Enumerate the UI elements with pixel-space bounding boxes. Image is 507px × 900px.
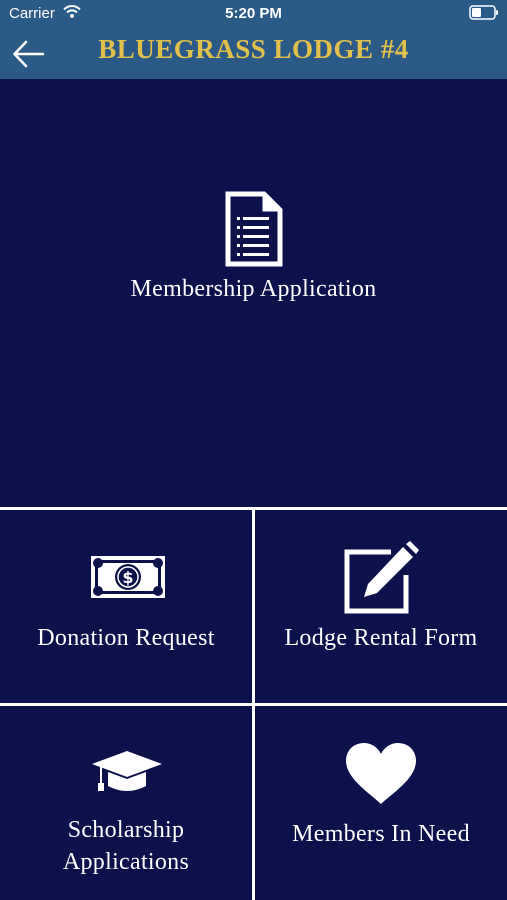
status-time: 5:20 PM bbox=[225, 5, 282, 22]
heart-icon bbox=[344, 741, 418, 806]
donation-request-label: Donation Request bbox=[37, 625, 215, 651]
donation-request-tile[interactable]: $ Donation Request bbox=[0, 510, 252, 703]
scholarship-applications-tile[interactable]: Scholarship Applications bbox=[0, 706, 252, 900]
membership-application-tile[interactable]: Membership Application bbox=[0, 79, 507, 507]
navigation-bar: BLUEGRASS LODGE #4 bbox=[0, 28, 507, 79]
screen: Carrier 5:20 PM BLUEGRASS LODGE #4 Membe… bbox=[0, 0, 507, 900]
top-bar: Carrier 5:20 PM BLUEGRASS LODGE #4 bbox=[0, 0, 507, 79]
document-icon bbox=[225, 191, 283, 267]
page-title: BLUEGRASS LODGE #4 bbox=[98, 34, 409, 64]
svg-text:$: $ bbox=[122, 568, 133, 587]
edit-icon bbox=[343, 541, 419, 615]
lodge-rental-form-tile[interactable]: Lodge Rental Form bbox=[255, 510, 507, 703]
dollar-bill-icon: $ bbox=[91, 556, 165, 598]
lodge-rental-form-label: Lodge Rental Form bbox=[284, 625, 478, 651]
battery-icon bbox=[469, 5, 499, 24]
status-bar: Carrier 5:20 PM bbox=[0, 0, 507, 28]
graduation-cap-icon bbox=[91, 749, 163, 795]
members-in-need-tile[interactable]: Members In Need bbox=[255, 706, 507, 900]
scholarship-label-line1: Scholarship bbox=[67, 817, 185, 843]
scholarship-label-line2: Applications bbox=[62, 849, 190, 875]
members-in-need-label: Members In Need bbox=[292, 821, 470, 847]
membership-application-label: Membership Application bbox=[130, 276, 377, 302]
